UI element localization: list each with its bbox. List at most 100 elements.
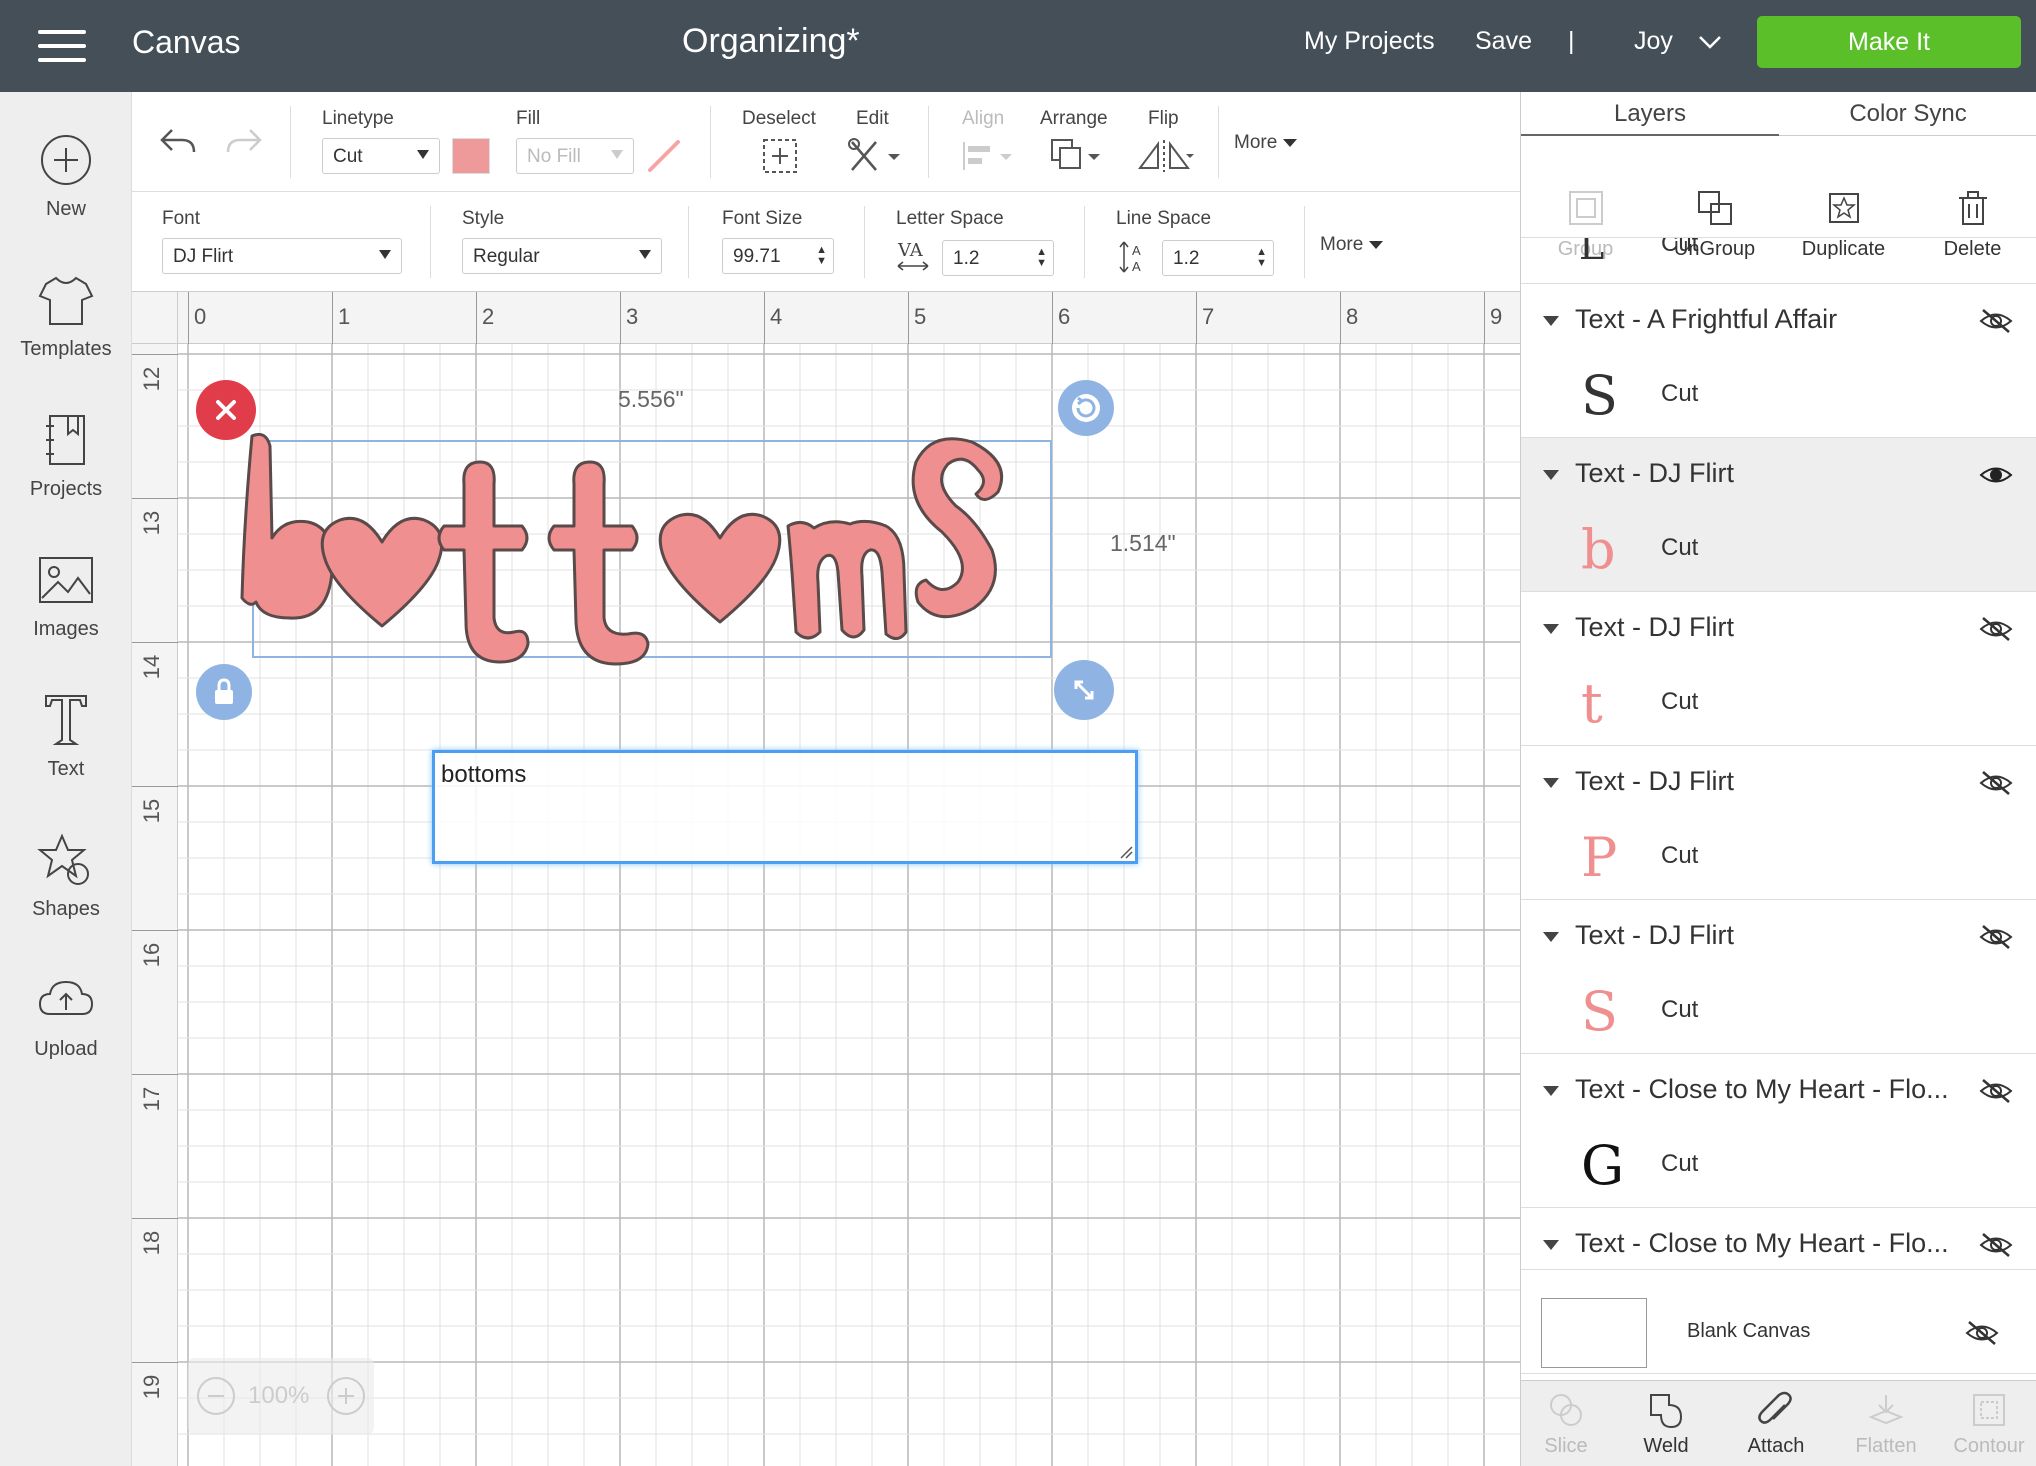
- bottom-action-bar: Slice Weld Attach Flatten Contour: [1521, 1380, 2036, 1466]
- contour-button[interactable]: Contour: [1941, 1391, 2036, 1458]
- ruler-tick: [132, 1218, 178, 1219]
- plus-circle-icon: [41, 135, 91, 185]
- lock-handle[interactable]: [196, 664, 252, 720]
- ruler-tick: [132, 1074, 178, 1075]
- tab-color-sync[interactable]: Color Sync: [1779, 92, 2036, 136]
- slice-button[interactable]: Slice: [1521, 1391, 1611, 1458]
- stepper-icon[interactable]: ▲ ▼: [816, 245, 827, 267]
- undo-icon[interactable]: [158, 122, 198, 158]
- linetype-color-swatch[interactable]: [452, 138, 490, 174]
- stepper-icon[interactable]: ▲ ▼: [1256, 247, 1267, 269]
- ruler-tick: [132, 1362, 178, 1363]
- ruler-tick: [764, 292, 765, 344]
- blank-canvas-swatch[interactable]: [1541, 1298, 1647, 1368]
- layer-glyph: G: [1581, 1134, 1625, 1197]
- layer-group[interactable]: Text - Close to My Heart - Flo... G Cut: [1521, 1054, 2036, 1208]
- caret-down-icon[interactable]: [1543, 1086, 1559, 1096]
- text-edit-box[interactable]: bottoms: [432, 750, 1138, 864]
- layer-item-partial[interactable]: L Cut: [1521, 238, 2036, 284]
- letter-space-label: Letter Space: [896, 208, 1004, 229]
- caret-down-icon[interactable]: [1543, 932, 1559, 942]
- caret-down-icon[interactable]: [1543, 1240, 1559, 1250]
- font-size-label: Font Size: [722, 208, 803, 229]
- eye-icon[interactable]: [1979, 460, 2013, 490]
- scissors-icon[interactable]: [846, 136, 906, 176]
- layer-glyph: S: [1581, 364, 1618, 427]
- sidebar-item-images[interactable]: Images: [0, 550, 132, 641]
- font-select[interactable]: DJ Flirt: [162, 238, 402, 274]
- sidebar-item-projects[interactable]: Projects: [0, 410, 132, 501]
- ruler-top-label: 0: [194, 304, 207, 329]
- no-fill-swatch-icon[interactable]: [644, 138, 684, 174]
- caret-down-icon[interactable]: [1543, 624, 1559, 634]
- project-title[interactable]: Organizing*: [682, 22, 860, 61]
- linetype-value: Cut: [333, 146, 363, 167]
- save-button[interactable]: Save: [1475, 27, 1532, 56]
- style-select[interactable]: Regular: [462, 238, 662, 274]
- layer-kind: Cut: [1661, 842, 1699, 869]
- left-sidebar: New Templates Projects Images Text Shape…: [0, 92, 132, 1466]
- ruler-corner: [132, 292, 178, 344]
- caret-down-icon[interactable]: [1543, 470, 1559, 480]
- design-text-bottoms[interactable]: [232, 422, 1092, 682]
- rotate-handle[interactable]: [1058, 380, 1114, 436]
- eye-hidden-icon[interactable]: [1979, 1230, 2013, 1260]
- design-canvas[interactable]: 0123456789 12 13 14 15 16 17 18 19 5.556" 1.514…: [132, 292, 1520, 1466]
- layer-group[interactable]: Text - A Frightful Affair S Cut: [1521, 284, 2036, 438]
- tab-layers[interactable]: Layers: [1521, 92, 1779, 136]
- linetype-select[interactable]: Cut: [322, 138, 440, 174]
- more-menu-1[interactable]: More: [1234, 132, 1297, 154]
- eye-hidden-icon[interactable]: [1979, 768, 2013, 798]
- sidebar-item-templates[interactable]: Templates: [0, 270, 132, 361]
- caret-down-icon[interactable]: [1543, 316, 1559, 326]
- layer-group[interactable]: Text - DJ Flirt t Cut: [1521, 592, 2036, 746]
- attach-button[interactable]: Attach: [1721, 1391, 1831, 1458]
- align-icon[interactable]: [960, 138, 1016, 174]
- eye-hidden-icon[interactable]: [1979, 614, 2013, 644]
- arrange-icon[interactable]: [1048, 136, 1104, 176]
- eye-hidden-icon[interactable]: [1965, 1318, 1999, 1348]
- eye-hidden-icon[interactable]: [1979, 922, 2013, 952]
- delete-handle[interactable]: [196, 380, 256, 440]
- sidebar-item-new[interactable]: New: [0, 130, 132, 221]
- resize-grip-icon[interactable]: [1117, 843, 1133, 859]
- sidebar-item-shapes[interactable]: Shapes: [0, 830, 132, 921]
- fill-select[interactable]: No Fill: [516, 138, 634, 174]
- eye-hidden-icon[interactable]: [1979, 306, 2013, 336]
- eye-hidden-icon[interactable]: [1979, 1076, 2013, 1106]
- flip-icon[interactable]: [1136, 136, 1196, 176]
- deselect-icon[interactable]: [760, 136, 800, 176]
- layer-title: Text - DJ Flirt: [1575, 612, 1734, 642]
- font-size-input[interactable]: 99.71 ▲ ▼: [722, 238, 834, 274]
- sidebar-item-upload[interactable]: Upload: [0, 970, 132, 1061]
- more-menu-2[interactable]: More: [1320, 234, 1383, 256]
- stepper-icon[interactable]: ▲ ▼: [1036, 247, 1047, 269]
- caret-down-icon[interactable]: [1543, 778, 1559, 788]
- letter-space-input[interactable]: 1.2 ▲ ▼: [942, 240, 1054, 276]
- layer-group[interactable]: Text - DJ Flirt b Cut: [1521, 438, 2036, 592]
- layer-group[interactable]: Text - Close to My Heart - Flo...: [1521, 1208, 2036, 1270]
- ruler-top-label: 5: [914, 304, 927, 329]
- ruler-left-label: 12: [139, 366, 165, 392]
- slice-icon: [1550, 1394, 1582, 1426]
- blank-canvas-row[interactable]: Blank Canvas: [1521, 1288, 2036, 1374]
- width-readout: 5.556": [618, 386, 684, 412]
- zoom-in-icon[interactable]: [326, 1376, 366, 1416]
- zoom-out-icon[interactable]: [196, 1376, 236, 1416]
- layer-group[interactable]: Text - DJ Flirt S Cut: [1521, 900, 2036, 1054]
- menu-icon[interactable]: [38, 30, 86, 62]
- resize-handle[interactable]: [1054, 660, 1114, 720]
- chevron-down-icon[interactable]: [1698, 34, 1722, 50]
- flatten-button[interactable]: Flatten: [1839, 1391, 1933, 1458]
- weld-button[interactable]: Weld: [1621, 1391, 1711, 1458]
- my-projects-link[interactable]: My Projects: [1304, 27, 1435, 56]
- zoom-control: 100%: [188, 1358, 374, 1434]
- user-menu[interactable]: Joy: [1634, 27, 1673, 56]
- style-value: Regular: [473, 246, 540, 267]
- sidebar-item-text[interactable]: Text: [0, 690, 132, 781]
- redo-icon[interactable]: [224, 122, 264, 158]
- line-space-input[interactable]: 1.2 ▲ ▼: [1162, 240, 1274, 276]
- layer-group[interactable]: Text - DJ Flirt P Cut: [1521, 746, 2036, 900]
- svg-text:A: A: [1132, 259, 1141, 274]
- make-it-button[interactable]: Make It: [1757, 16, 2021, 68]
